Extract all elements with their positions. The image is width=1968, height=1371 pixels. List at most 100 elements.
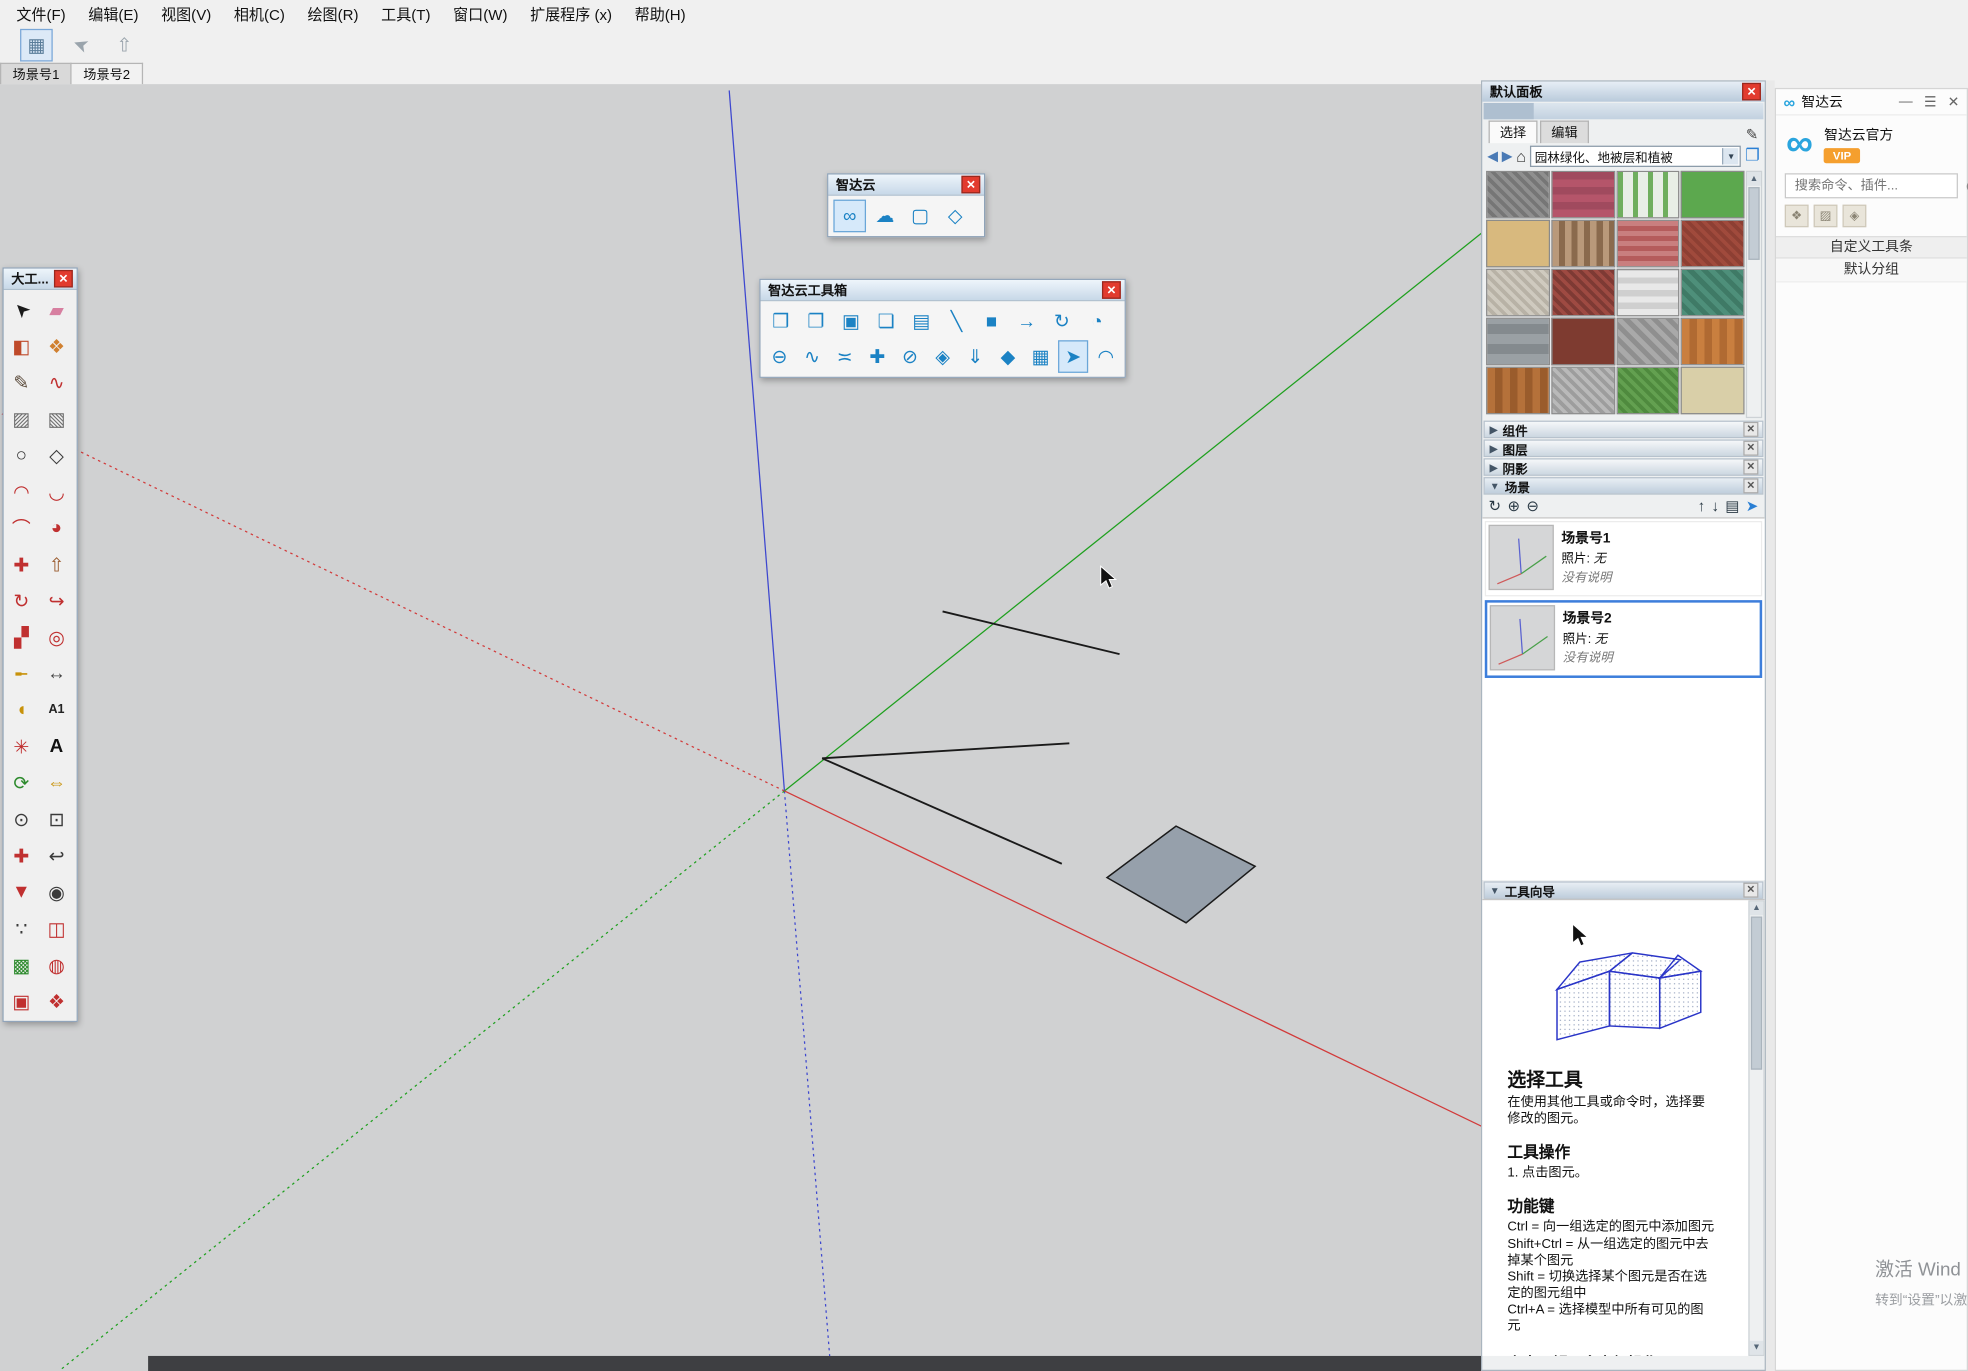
instructor-scrollbar[interactable]: ▲ ▼ [1748,900,1764,1356]
material-thumb[interactable] [1486,220,1550,268]
three-point-arc-tool-icon[interactable]: ⌒ [4,510,39,546]
menu-item[interactable]: 工具(T) [370,1,442,27]
materials-scrollbar[interactable]: ▲ [1746,171,1762,418]
material-thumb[interactable] [1681,171,1745,219]
tray-title-bar[interactable]: 默认面板 ✕ [1482,82,1764,102]
material-thumb[interactable] [1551,171,1615,219]
open-folder-icon[interactable]: ❐ [799,305,832,338]
scroll-up-icon[interactable]: ▲ [1750,901,1764,915]
material-filter-icon[interactable]: ❖ [1785,205,1809,228]
sync-icon[interactable]: ↻ [1045,305,1078,338]
material-thumb[interactable] [1616,220,1680,268]
update-scene-icon[interactable]: ↻ [1489,497,1502,515]
section-shadows[interactable]: ▶ 阴影 ✕ [1484,458,1764,476]
scale-tool-icon[interactable]: ▞ [4,619,39,655]
custom-toolbar-header[interactable]: 自定义工具条 [1776,236,1967,259]
tape-measure-tool-icon[interactable]: ╾ [4,655,39,691]
copy-icon[interactable]: ❏ [870,305,903,338]
toolbar-icon[interactable]: ⇧ [108,29,141,62]
paint-bucket-tool-icon[interactable]: ◧ [4,328,39,364]
extension-tool-icon[interactable]: ❖ [39,983,74,1019]
scroll-thumb[interactable] [1748,187,1759,260]
section-scenes[interactable]: ▼ 场景 ✕ [1484,477,1764,495]
section-plane-tool-icon[interactable]: ◫ [39,910,74,946]
rotate-tool-icon[interactable]: ↻ [4,583,39,619]
freehand-tool-icon[interactable]: ∿ [39,364,74,400]
close-icon[interactable]: ✕ [1743,441,1758,456]
push-pull-tool-icon[interactable]: ⇧ [39,546,74,582]
close-icon[interactable]: ✕ [1743,478,1758,493]
material-thumb[interactable] [1681,367,1745,415]
sample-paint-icon[interactable]: ✎ [1746,126,1759,144]
scroll-up-icon[interactable]: ▲ [1747,172,1761,186]
download-icon[interactable]: ⇓ [960,340,990,373]
view-options-icon[interactable]: ▤ [1725,497,1739,515]
text-tool-icon[interactable]: A1 [39,692,74,728]
close-icon[interactable]: ✕ [1102,281,1121,299]
draw-line-icon[interactable]: ╲ [940,305,973,338]
axes-icon[interactable]: ✚ [862,340,892,373]
add-scene-icon[interactable]: ⊕ [1507,497,1520,515]
material-thumb[interactable] [1616,318,1680,366]
section-layers[interactable]: ▶ 图层 ✕ [1484,439,1764,457]
menu-item[interactable]: 相机(C) [223,1,297,27]
chevron-right-icon[interactable]: ▶ [1490,424,1498,435]
rotated-rectangle-tool-icon[interactable]: ▧ [39,401,74,437]
chevron-down-icon[interactable]: ▾ [1722,148,1738,164]
search-input[interactable] [1792,177,1966,195]
menu-item[interactable]: 绘图(R) [296,1,370,27]
look-around-tool-icon[interactable]: ◉ [39,874,74,910]
blue-rectangle-icon[interactable]: ■ [975,305,1008,338]
orbit-tool-icon[interactable]: ⟳ [4,765,39,801]
move-scene-up-icon[interactable]: ↑ [1698,497,1706,515]
toolbar-icon[interactable]: ▦ [20,29,53,62]
material-replace-tool-icon[interactable]: ❖ [39,328,74,364]
sandbox-tool-icon[interactable]: ▩ [4,947,39,983]
material-thumb[interactable] [1616,269,1680,317]
scene-list-item[interactable]: 场景号1 照片: 无 没有说明 [1485,521,1762,596]
scroll-down-icon[interactable]: ▼ [1750,1341,1764,1355]
walk-tool-icon[interactable]: ∵ [4,910,39,946]
line-tool-icon[interactable]: ✎ [4,364,39,400]
solid-tools-icon[interactable]: ◍ [39,947,74,983]
cloud-sync-icon[interactable]: ☁ [869,200,902,233]
pointer-icon[interactable]: ➤ [1058,340,1088,373]
arc-tool-icon[interactable]: ◠ [4,473,39,509]
minimize-icon[interactable]: — [1899,94,1913,110]
menu-item[interactable]: 扩展程序 (x) [519,1,624,27]
scene-list-item[interactable]: 场景号2 照片: 无 没有说明 [1485,600,1762,678]
material-thumb[interactable] [1486,318,1550,366]
zoom-extents-tool-icon[interactable]: ✚ [4,837,39,873]
home-icon[interactable]: ⌂ [1516,146,1526,165]
palette-title-bar[interactable]: 大工... ✕ [4,269,77,290]
instructor-more-link[interactable]: 点击了解更多高级操作…… [1507,1352,1744,1355]
back-icon[interactable]: ◀ [1487,148,1498,164]
eraser-tool-icon[interactable]: ▰ [39,291,74,327]
material-thumb[interactable] [1551,318,1615,366]
texture-filter-icon[interactable]: ▨ [1814,205,1838,228]
material-thumb[interactable] [1486,269,1550,317]
menu-item[interactable]: 视图(V) [150,1,223,27]
position-camera-tool-icon[interactable]: ▼ [4,874,39,910]
material-thumb[interactable] [1681,318,1745,366]
three-d-text-tool-icon[interactable]: A [39,728,74,764]
close-icon[interactable]: ✕ [1743,422,1758,437]
section-instructor[interactable]: ▼ 工具向导 ✕ [1484,881,1764,899]
chevron-down-icon[interactable]: ▼ [1490,480,1500,491]
material-category-dropdown[interactable]: 园林绿化、地被层和植被 ▾ [1530,145,1742,166]
menu-item[interactable]: 编辑(E) [77,1,150,27]
close-icon[interactable]: ✕ [1948,94,1960,110]
follow-me-tool-icon[interactable]: ↪ [39,583,74,619]
arc-icon[interactable]: ◠ [1091,340,1121,373]
chevron-right-icon[interactable]: ▶ [1490,461,1498,472]
chevron-down-icon[interactable]: ▼ [1490,884,1500,895]
previous-view-tool-icon[interactable]: ↩ [39,837,74,873]
history-icon[interactable]: ◔ [1081,305,1114,338]
protractor-tool-icon[interactable]: ◖ [4,692,39,728]
move-tool-icon[interactable]: ✚ [4,546,39,582]
disable-icon[interactable]: ⊘ [895,340,925,373]
component-icon[interactable]: ◆ [993,340,1023,373]
forward-icon[interactable]: ▶ [1502,148,1513,164]
chevron-right-icon[interactable]: ▶ [1490,443,1498,454]
select-box-icon[interactable]: ▢ [904,200,937,233]
